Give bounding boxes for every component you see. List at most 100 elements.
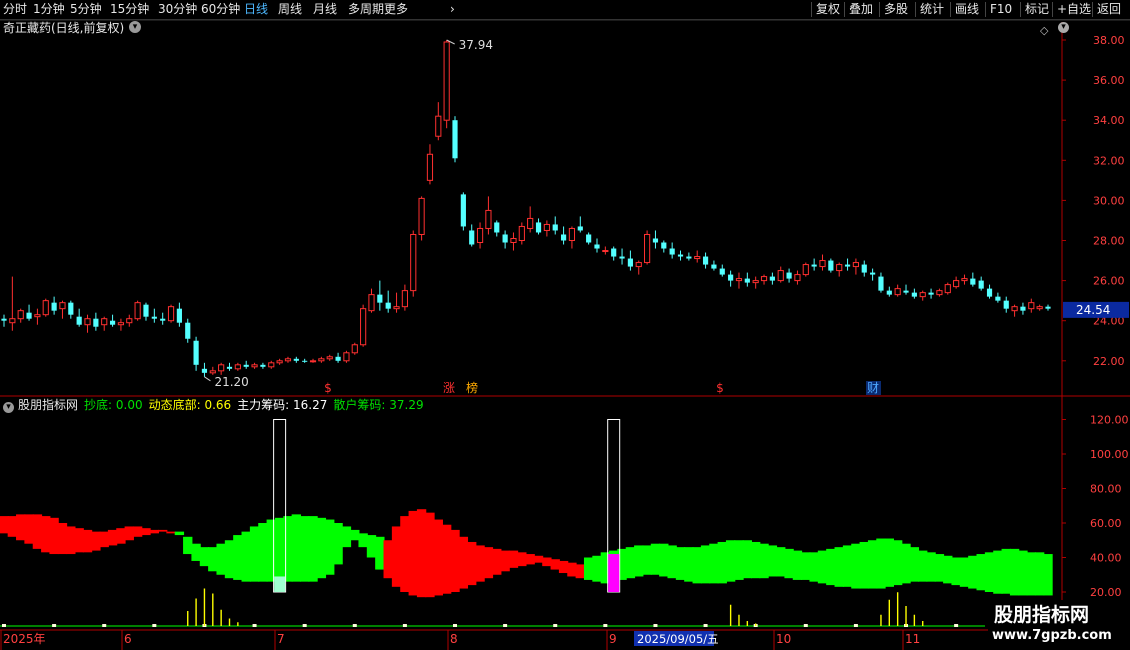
candle-body (552, 224, 558, 231)
chip-band-green (767, 545, 778, 577)
candle-body (26, 312, 32, 319)
date-label-4: 9 (609, 632, 617, 646)
candle-body (886, 290, 892, 295)
chip-band-green (191, 543, 201, 561)
candle-body (970, 278, 976, 285)
candle-body (752, 280, 759, 284)
chip-band-green (826, 548, 836, 586)
candle-body (335, 356, 341, 361)
chip-band-green (709, 543, 719, 584)
chip-band-green (174, 531, 185, 536)
indicator-tick-label: 40.00 (1090, 552, 1122, 565)
candle-body (276, 360, 283, 364)
candle-body (635, 262, 642, 268)
chip-band-green (183, 536, 193, 555)
chip-band-red (158, 529, 168, 532)
chip-band-red (483, 547, 494, 579)
chip-band-red (124, 526, 134, 541)
candle-body (677, 254, 684, 257)
chip-band-red (32, 514, 43, 549)
chip-band-red (475, 545, 485, 582)
chip-band-green (1001, 548, 1011, 594)
chip-band-green (725, 540, 736, 582)
candle-body (903, 290, 909, 293)
chip-band-green (684, 547, 694, 582)
panel-menu-icon[interactable]: ▾ (1058, 22, 1069, 33)
chip-band-green (993, 550, 1003, 594)
candle-body (852, 262, 859, 268)
chip-band-green (358, 533, 368, 548)
indicator-value-3: 散户筹码: 37.29 (333, 398, 424, 412)
baseline-dot (503, 624, 508, 627)
candle-body (293, 358, 299, 361)
candle-body (586, 234, 592, 243)
candle-body (661, 242, 667, 249)
candle-body (602, 250, 609, 253)
chip-band-green (809, 552, 819, 582)
chip-band-green (667, 545, 677, 579)
candle-body (786, 272, 792, 279)
candle-body (34, 314, 41, 318)
chip-band-red (492, 548, 502, 575)
baseline-dot (954, 624, 959, 627)
watermark-url: www.7gpzb.com (992, 628, 1112, 643)
event-marker-2: 榜 (466, 380, 478, 395)
chip-band-green (216, 543, 226, 575)
candle-body (870, 272, 876, 275)
candle-body (160, 318, 166, 321)
chip-band-red (567, 562, 577, 577)
chip-band-green (876, 538, 886, 589)
baseline-dot (703, 624, 708, 627)
chip-band-green (976, 554, 986, 591)
indicator-dropdown-icon[interactable]: ▾ (3, 402, 14, 413)
candle-body (619, 256, 625, 259)
chip-band-green (350, 529, 360, 541)
chip-band-green (291, 514, 301, 582)
price-tick-label: 34.00 (1093, 114, 1125, 127)
date-label-6: 11 (905, 632, 920, 646)
chip-band-green (208, 547, 218, 572)
candle-body (59, 302, 66, 310)
diamond-icon[interactable]: ◇ (1040, 23, 1048, 38)
chip-band-red (575, 564, 585, 579)
indicator-value-1: 动态底部: 0.66 (148, 398, 232, 412)
chip-band-red (166, 531, 176, 534)
chip-band-green (316, 517, 327, 579)
candle-body (594, 244, 600, 249)
candle-body (234, 364, 241, 370)
candle-body (894, 288, 901, 296)
candle-body (944, 284, 951, 294)
candle-body (543, 223, 550, 231)
baseline-dot (653, 624, 658, 627)
indicator-tick-label: 60.00 (1090, 517, 1122, 530)
chip-band-green (1026, 552, 1036, 596)
date-label-2: 7 (277, 632, 285, 646)
chip-band-green (751, 541, 761, 579)
chip-band-green (842, 545, 853, 587)
chip-band-red (132, 526, 143, 537)
candle-body (485, 209, 492, 229)
baseline-dot (453, 624, 458, 627)
chip-band-green (366, 535, 377, 558)
candle-body (527, 217, 534, 229)
candle-body (410, 233, 417, 292)
chip-band-green (675, 547, 686, 580)
candle-body (777, 270, 784, 282)
indicator-name: 股朋指标网 (18, 398, 79, 412)
chip-band-green (375, 536, 385, 570)
title-dropdown-icon[interactable]: ▾ (129, 21, 141, 33)
baseline-dot (152, 624, 157, 627)
event-marker-1: 涨 (443, 380, 455, 395)
indicator-tick-label: 80.00 (1090, 483, 1122, 496)
chip-band-green (909, 547, 920, 582)
price-tick-label: 30.00 (1093, 194, 1125, 207)
candle-body (209, 370, 216, 374)
chip-band-green (1018, 550, 1028, 596)
candle-body (243, 364, 249, 367)
chip-band-red (450, 529, 460, 592)
chip-band-red (107, 529, 118, 546)
candle-body (1028, 302, 1035, 310)
chip-band-red (542, 557, 552, 567)
candle-body (93, 318, 99, 327)
candle-body (51, 302, 57, 311)
